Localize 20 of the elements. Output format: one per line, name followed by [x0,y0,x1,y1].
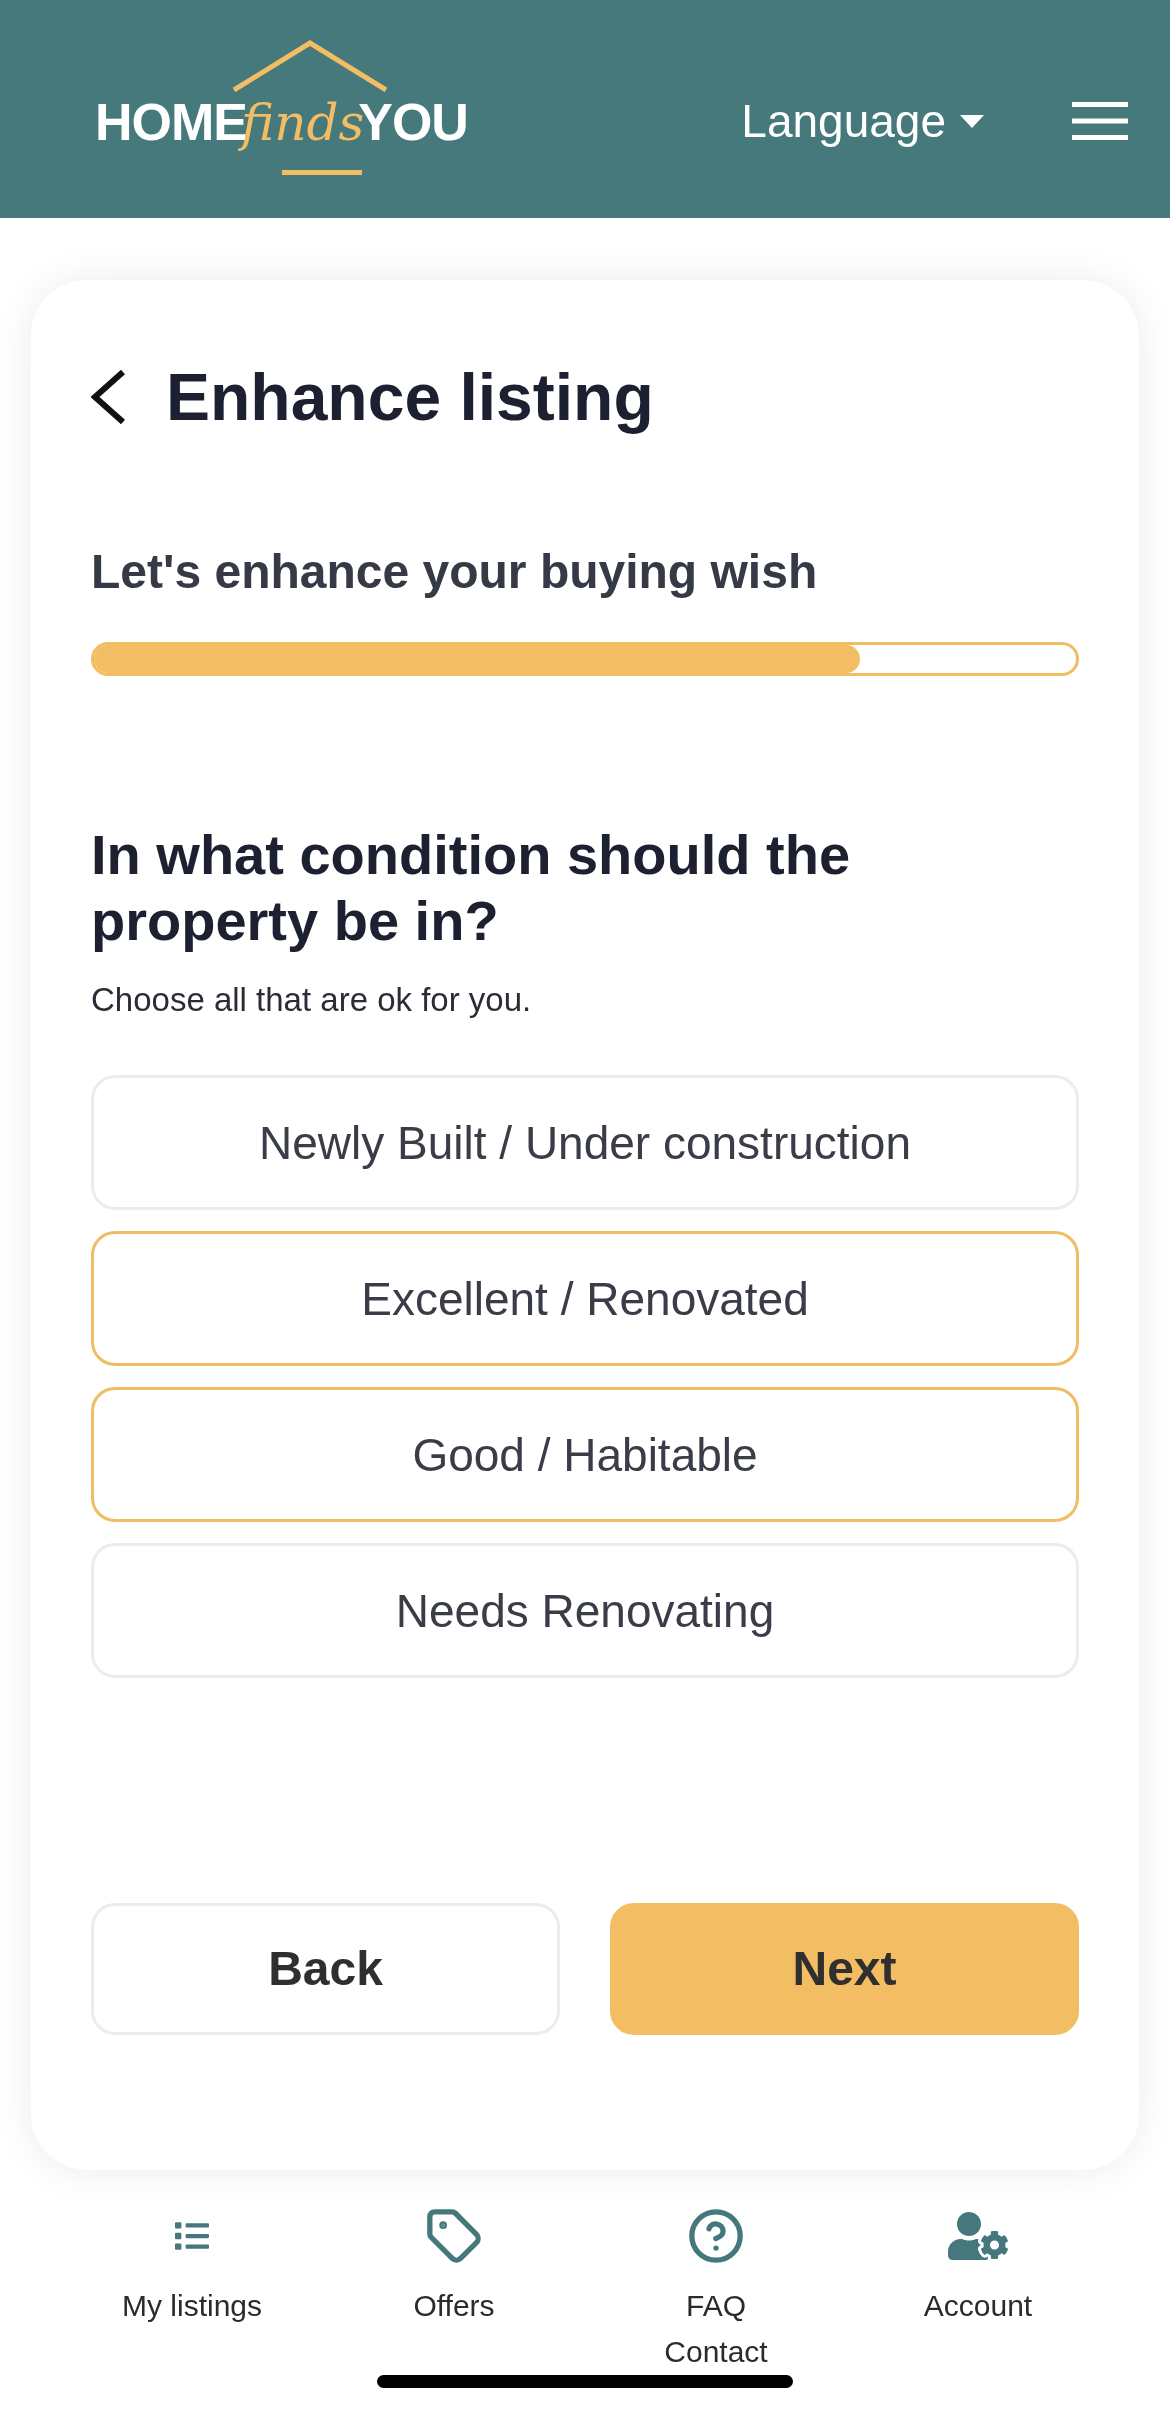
chevron-left-icon[interactable] [91,369,126,425]
option-button[interactable]: Good / Habitable [91,1387,1079,1522]
next-button[interactable]: Next [610,1903,1079,2035]
option-button[interactable]: Needs Renovating [91,1543,1079,1678]
nav-item[interactable]: Account [898,2207,1058,2375]
option-button[interactable]: Excellent / Renovated [91,1231,1079,1366]
tag-icon [425,2207,483,2265]
option-button[interactable]: Newly Built / Under construction [91,1075,1079,1210]
roof-icon [232,40,388,92]
help-icon [687,2207,745,2265]
question-hint: Choose all that are ok for you. [91,980,533,1020]
wizard-subtitle: Let's enhance your buying wish [91,544,819,600]
caret-down-icon [960,114,984,128]
nav-item[interactable]: Offers [374,2207,534,2375]
nav-item[interactable]: FAQ Contact [636,2207,796,2375]
menu-icon[interactable] [1072,102,1128,140]
user-settings-icon [948,2211,1008,2261]
nav-item[interactable]: My listings [112,2207,272,2375]
question-heading: In what condition should the property be in? [91,822,852,954]
back-button[interactable]: Back [91,1903,560,2035]
